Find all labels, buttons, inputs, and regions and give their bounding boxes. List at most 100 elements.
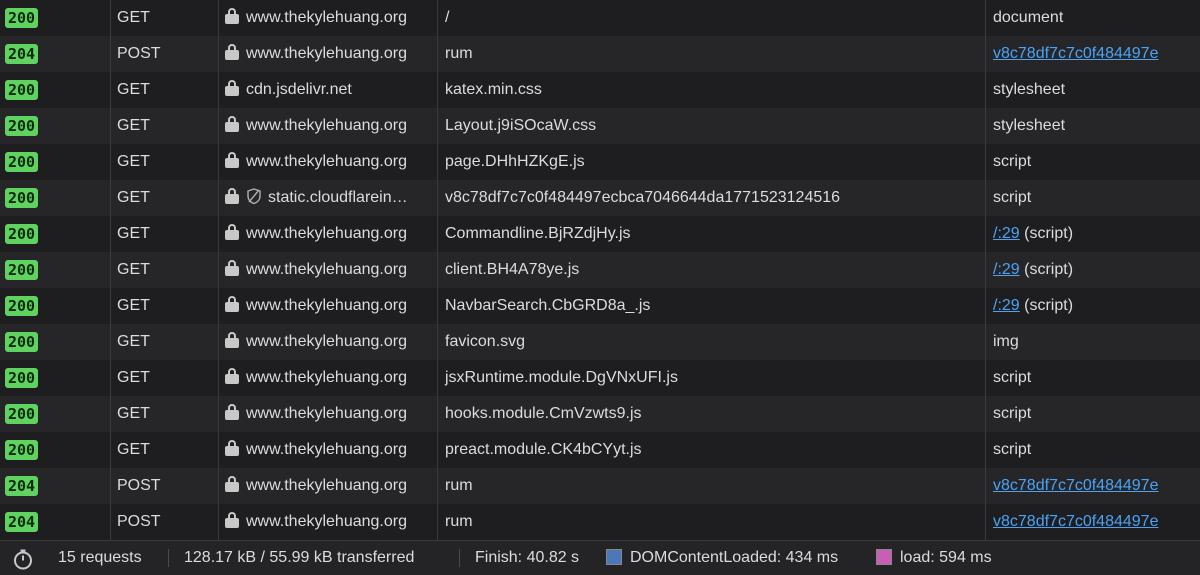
initiator-type: img <box>993 333 1019 350</box>
lock-icon <box>225 404 239 420</box>
domain-text: www.thekylehuang.org <box>246 9 407 26</box>
status-cell: 200 <box>0 72 110 108</box>
status-badge: 200 <box>5 404 39 424</box>
status-cell: 200 <box>0 432 110 468</box>
initiator-link[interactable]: /:29 <box>993 261 1020 278</box>
initiator-type: script <box>993 405 1032 422</box>
load-swatch <box>876 549 892 565</box>
file-cell: favicon.svg <box>437 324 985 360</box>
domain-text: www.thekylehuang.org <box>246 225 407 242</box>
initiator-type: script <box>993 189 1032 206</box>
domain-text: www.thekylehuang.org <box>246 369 407 386</box>
file-cell: v8c78df7c7c0f484497ecbca7046644da1771523… <box>437 180 985 216</box>
domain-cell: www.thekylehuang.org <box>218 468 437 504</box>
request-row[interactable]: 200 GET www.thekylehuang.org preact.module.… <box>0 432 1200 468</box>
domain-text: static.cloudflarein… <box>268 189 408 206</box>
status-cell: 200 <box>0 216 110 252</box>
initiator-type: stylesheet <box>993 81 1066 98</box>
domain-text: www.thekylehuang.org <box>246 441 407 458</box>
initiator-link[interactable]: v8c78df7c7c0f484497e <box>993 477 1158 494</box>
status-badge: 200 <box>5 260 39 280</box>
initiator-cell: script <box>985 396 1200 432</box>
request-row[interactable]: 200 GET www.thekylehuang.org client.BH4A78y… <box>0 252 1200 288</box>
request-row[interactable]: 204 POST www.thekylehuang.org rum v8c78df7c7… <box>0 504 1200 540</box>
status-cell: 204 <box>0 468 110 504</box>
method-cell: POST <box>110 468 218 504</box>
method-cell: POST <box>110 36 218 72</box>
request-row[interactable]: 200 GET www.thekylehuang.org jsxRuntime.mod… <box>0 360 1200 396</box>
network-request-table: 200 GET www.thekylehuang.org / document 204 PO… <box>0 0 1200 540</box>
method-cell: GET <box>110 0 218 36</box>
status-badge: 200 <box>5 296 39 316</box>
status-cell: 204 <box>0 36 110 72</box>
status-badge: 200 <box>5 332 39 352</box>
method-cell: GET <box>110 432 218 468</box>
file-cell: rum <box>437 504 985 540</box>
initiator-link[interactable]: v8c78df7c7c0f484497e <box>993 45 1158 62</box>
request-row[interactable]: 200 GET www.thekylehuang.org hooks.module.C… <box>0 396 1200 432</box>
request-row[interactable]: 204 POST www.thekylehuang.org rum v8c78df7c7… <box>0 468 1200 504</box>
file-cell: / <box>437 0 985 36</box>
request-row[interactable]: 200 GET www.thekylehuang.org Commandline.Bj… <box>0 216 1200 252</box>
domain-cell: static.cloudflarein… <box>218 180 437 216</box>
request-row[interactable]: 200 GET www.thekylehuang.org / document <box>0 0 1200 36</box>
divider <box>168 549 169 567</box>
lock-icon <box>225 152 239 168</box>
domain-cell: www.thekylehuang.org <box>218 504 437 540</box>
status-badge: 200 <box>5 368 39 388</box>
file-cell: NavbarSearch.CbGRD8a_.js <box>437 288 985 324</box>
initiator-link[interactable]: v8c78df7c7c0f484497e <box>993 513 1158 530</box>
request-row[interactable]: 200 GET www.thekylehuang.org Layout.j9iSOca… <box>0 108 1200 144</box>
file-cell: Commandline.BjRZdjHy.js <box>437 216 985 252</box>
initiator-cell: /:29 (script) <box>985 288 1200 324</box>
lock-icon <box>225 332 239 348</box>
load-time-text: load: 594 ms <box>900 549 992 566</box>
method-cell: GET <box>110 252 218 288</box>
method-cell: GET <box>110 144 218 180</box>
status-badge: 200 <box>5 116 39 136</box>
divider <box>459 549 460 567</box>
initiator-cell: img <box>985 324 1200 360</box>
method-cell: GET <box>110 216 218 252</box>
request-row[interactable]: 204 POST www.thekylehuang.org rum v8c78df7c7… <box>0 36 1200 72</box>
lock-icon <box>225 116 239 132</box>
status-cell: 200 <box>0 396 110 432</box>
request-row[interactable]: 200 GET cdn.jsdelivr.net katex.min.css style… <box>0 72 1200 108</box>
file-cell: Layout.j9iSOcaW.css <box>437 108 985 144</box>
domain-text: www.thekylehuang.org <box>246 405 407 422</box>
status-cell: 200 <box>0 180 110 216</box>
domain-cell: cdn.jsdelivr.net <box>218 72 437 108</box>
initiator-link[interactable]: /:29 <box>993 297 1020 314</box>
initiator-cell: document <box>985 0 1200 36</box>
request-row[interactable]: 200 GET www.thekylehuang.org page.DHhHZKgE.… <box>0 144 1200 180</box>
dom-content-loaded: DOMContentLoaded: 434 ms <box>606 541 838 575</box>
method-cell: GET <box>110 396 218 432</box>
domain-text: www.thekylehuang.org <box>246 333 407 350</box>
initiator-type: script <box>993 369 1032 386</box>
domain-cell: www.thekylehuang.org <box>218 288 437 324</box>
lock-icon <box>225 260 239 276</box>
status-badge: 204 <box>5 44 39 64</box>
tracker-shield-icon <box>247 188 261 204</box>
status-cell: 200 <box>0 360 110 396</box>
request-row[interactable]: 200 GET www.thekylehuang.org favicon.svg img <box>0 324 1200 360</box>
status-cell: 200 <box>0 144 110 180</box>
stopwatch-icon[interactable] <box>12 548 34 570</box>
initiator-link[interactable]: /:29 <box>993 225 1020 242</box>
initiator-type: script <box>993 153 1032 170</box>
initiator-cell: stylesheet <box>985 108 1200 144</box>
request-row[interactable]: 200 GET static.cloudflarein… v8c78df7c7c0f4… <box>0 180 1200 216</box>
initiator-type: (script) <box>1019 225 1074 242</box>
initiator-cell: /:29 (script) <box>985 216 1200 252</box>
file-cell: page.DHhHZKgE.js <box>437 144 985 180</box>
request-row[interactable]: 200 GET www.thekylehuang.org NavbarSearch.C… <box>0 288 1200 324</box>
status-badge: 200 <box>5 440 39 460</box>
domain-cell: www.thekylehuang.org <box>218 0 437 36</box>
load-time: load: 594 ms <box>876 541 992 575</box>
status-cell: 200 <box>0 324 110 360</box>
domain-cell: www.thekylehuang.org <box>218 108 437 144</box>
file-cell: preact.module.CK4bCYyt.js <box>437 432 985 468</box>
domain-text: www.thekylehuang.org <box>246 153 407 170</box>
lock-icon <box>225 8 239 24</box>
file-cell: hooks.module.CmVzwts9.js <box>437 396 985 432</box>
